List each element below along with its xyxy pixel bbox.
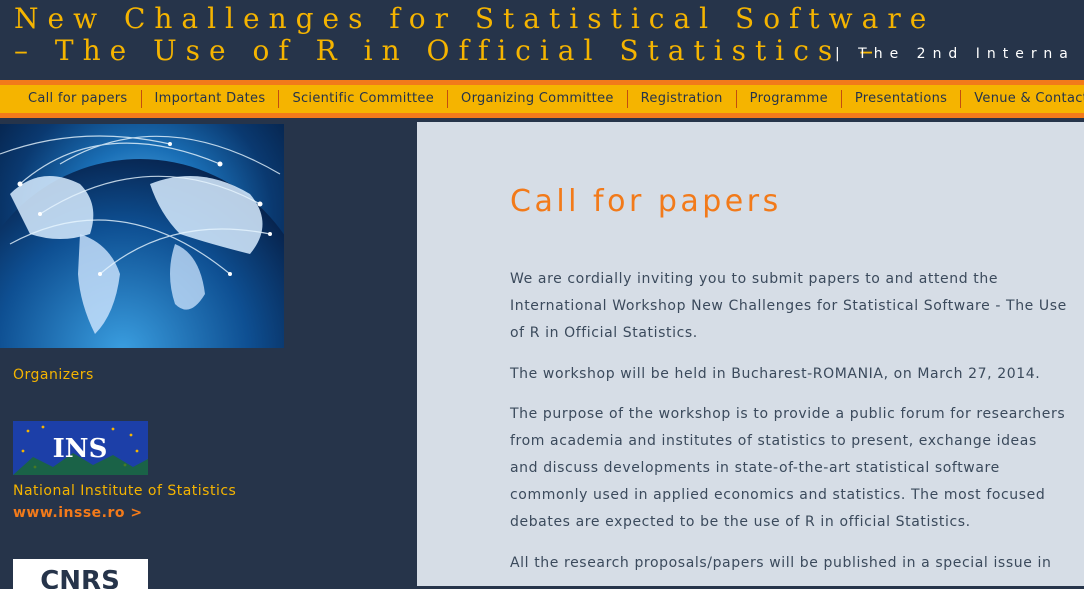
nav-item-call-for-papers[interactable]: Call for papers [15,90,142,108]
paragraph-publication: All the research proposals/papers will b… [510,555,1052,571]
globe-image [0,124,284,348]
nav-item-scientific-committee[interactable]: Scientific Committee [279,90,449,108]
nav-item-important-dates[interactable]: Important Dates [142,90,280,108]
org1-name: National Institute of Statistics [13,483,237,499]
org1-website-link[interactable]: www.insse.ro > [13,505,143,521]
nav-item-registration[interactable]: Registration [628,90,737,108]
site-header: New Challenges for Statistical Software … [0,0,1084,80]
site-title-line1: New Challenges for Statistical Software [14,2,936,35]
nav-item-programme[interactable]: Programme [737,90,842,108]
paragraph-invitation: We are cordially inviting you to submit … [510,271,1067,341]
main-nav: Call for papers Important Dates Scientif… [0,80,1084,118]
page-title: Call for papers [510,184,782,219]
ins-logo[interactable]: INS [13,421,148,475]
nav-item-presentations[interactable]: Presentations [842,90,962,108]
site-title-line2: – The Use of R in Official Statistics – [14,34,883,67]
paragraph-location: The workshop will be held in Bucharest-R… [510,366,1041,382]
sidebar: Organizers INS National Institute of Sta… [0,122,417,589]
ins-logo-text: INS [53,434,108,464]
main-content: Call for papers We are cordially invitin… [417,122,1084,586]
organizers-heading: Organizers [13,367,94,383]
cnrs-logo[interactable]: CNRS [13,559,148,589]
nav-item-venue-contact[interactable]: Venue & Contact [961,90,1084,108]
site-subtitle: | The 2nd Interna [835,46,1075,62]
nav-item-organizing-committee[interactable]: Organizing Committee [448,90,628,108]
paragraph-purpose: The purpose of the workshop is to provid… [510,406,1066,530]
